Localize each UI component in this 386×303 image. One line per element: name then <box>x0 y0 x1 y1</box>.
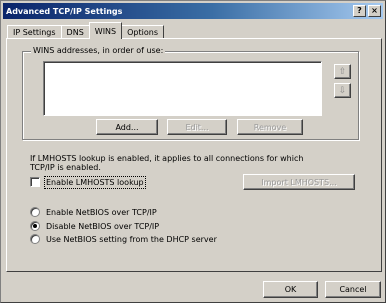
wins-group-label: WINS addresses, in order of use: <box>31 46 166 55</box>
disable-netbios-radio[interactable] <box>30 221 40 231</box>
down-arrow-icon: ⇩ <box>338 85 347 96</box>
ok-button-label: OK <box>284 285 297 294</box>
move-up-button[interactable]: ⇧ <box>334 64 351 79</box>
window-title: Advanced TCP/IP Settings <box>6 6 123 16</box>
tab-dns[interactable]: DNS <box>60 25 90 39</box>
enable-lmhosts-label[interactable]: Enable LMHOSTS lookup <box>44 176 146 189</box>
add-button-label: Add... <box>115 122 139 132</box>
up-arrow-icon: ⇧ <box>338 66 347 77</box>
tab-strip: IP Settings DNS WINS Options <box>7 22 164 39</box>
move-down-button[interactable]: ⇩ <box>334 83 351 98</box>
add-button[interactable]: Add... <box>96 119 158 135</box>
dhcp-netbios-radio[interactable] <box>30 234 40 244</box>
enable-netbios-label[interactable]: Enable NetBIOS over TCP/IP <box>46 208 157 217</box>
cancel-button[interactable]: Cancel <box>325 281 381 298</box>
enable-lmhosts-checkbox[interactable] <box>30 177 40 187</box>
title-buttons: ? × <box>353 5 381 17</box>
title-bar: Advanced TCP/IP Settings ? × <box>3 3 383 19</box>
import-lmhosts-button[interactable]: Import LMHOSTS... <box>243 174 355 190</box>
edit-button[interactable]: Edit... <box>167 119 227 135</box>
disable-netbios-label[interactable]: Disable NetBIOS over TCP/IP <box>46 222 159 231</box>
dhcp-netbios-label[interactable]: Use NetBIOS setting from the DHCP server <box>46 235 217 244</box>
remove-button-label: Remove <box>253 122 287 132</box>
remove-button[interactable]: Remove <box>237 119 303 135</box>
wins-address-list[interactable] <box>43 61 322 116</box>
cancel-button-label: Cancel <box>339 285 367 294</box>
tab-wins[interactable]: WINS <box>88 22 123 39</box>
help-button[interactable]: ? <box>353 5 366 17</box>
enable-netbios-radio[interactable] <box>30 207 40 217</box>
edit-button-label: Edit... <box>185 122 209 132</box>
tab-ip-settings[interactable]: IP Settings <box>7 25 62 39</box>
advanced-tcpip-dialog: Advanced TCP/IP Settings ? × IP Settings… <box>0 0 386 303</box>
lmhosts-info-text: If LMHOSTS lookup is enabled, it applies… <box>30 154 304 172</box>
import-lmhosts-label: Import LMHOSTS... <box>261 177 337 187</box>
ok-button[interactable]: OK <box>263 281 318 298</box>
tab-options[interactable]: Options <box>121 25 164 39</box>
close-button[interactable]: × <box>368 5 381 17</box>
